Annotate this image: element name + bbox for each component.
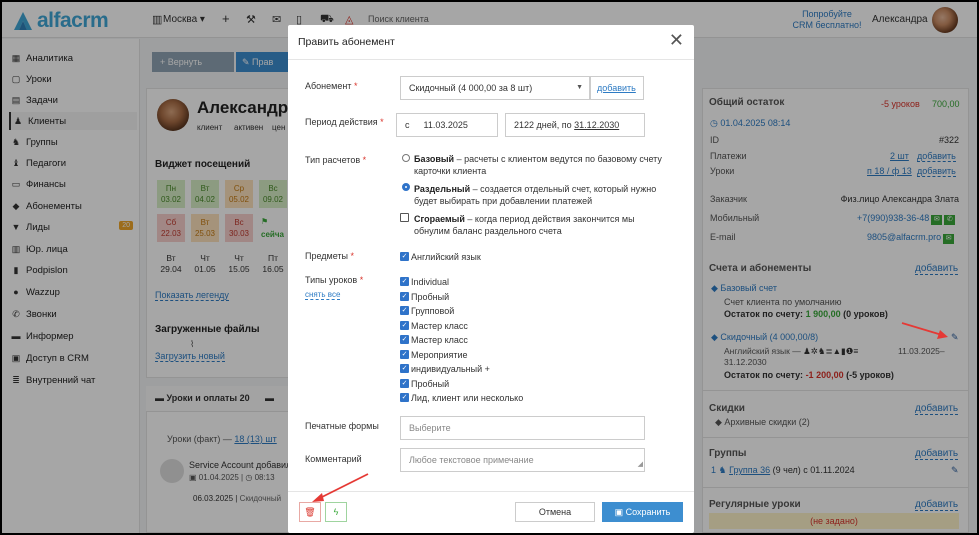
calc-separate-text: Раздельный – создается отдельный счет, к… — [414, 184, 657, 206]
edit-subscription-modal: Править абонемент ✕ Абонемент * Скидочны… — [288, 25, 694, 533]
period-duration-input[interactable]: 2122 дней, по 31.12.2030 — [505, 113, 645, 137]
period-label: Период действия * — [305, 117, 384, 127]
trash-icon: 🗑︎ — [304, 507, 316, 517]
lesson-type-checkbox[interactable]: ✓ — [400, 350, 409, 359]
lesson-type-label: Мероприятие — [411, 350, 468, 360]
calc-base-radio[interactable] — [402, 154, 410, 162]
subject-checkbox[interactable]: ✓ — [400, 252, 409, 261]
calc-separate-radio[interactable] — [402, 183, 410, 191]
calc-base-text: Базовый – расчеты с клиентом ведутся по … — [414, 154, 662, 176]
lesson-type-checkbox[interactable]: ✓ — [400, 277, 409, 286]
dropdown-arrow-icon: ▼ — [576, 84, 583, 91]
lesson-type-checkbox[interactable]: ✓ — [400, 393, 409, 402]
lesson-type-label: Individual — [411, 277, 450, 287]
app-window: alfacrm ▥ Москва ▾ + ⚒ ✉ ▯ ⛟ ◬ Поиск кли… — [2, 2, 977, 533]
lesson-type-label: Пробный — [411, 292, 450, 302]
lesson-type-label: Мастер класс — [411, 335, 468, 345]
comment-textarea[interactable]: Любое текстовое примечание ◢ — [400, 448, 645, 472]
period-start-input[interactable]: с 11.03.2025 — [396, 113, 498, 137]
annotation-arrow-delete — [312, 473, 369, 502]
lesson-type-label: Лид, клиент или несколько — [411, 393, 524, 403]
calc-burn-checkbox[interactable] — [400, 213, 409, 222]
lesson-type-checkbox[interactable]: ✓ — [400, 364, 409, 373]
lesson-type-checkbox[interactable]: ✓ — [400, 292, 409, 301]
annotation-arrow-edit — [901, 322, 948, 339]
print-forms-label: Печатные формы — [305, 421, 379, 431]
lesson-types-label: Типы уроков * — [305, 275, 364, 285]
cancel-button[interactable]: Отмена — [515, 502, 595, 522]
abonement-add-button[interactable]: добавить — [590, 76, 644, 100]
abonement-label: Абонемент * — [305, 81, 358, 91]
lesson-type-label: Пробный — [411, 379, 450, 389]
calc-burn-text: Сгораемый – когда период действия законч… — [414, 214, 635, 236]
uncheck-all-link[interactable]: снять все — [305, 290, 341, 300]
lesson-type-label: индивидуальный + — [411, 364, 490, 374]
modal-title: Править абонемент — [298, 36, 395, 48]
save-button[interactable]: ▣ Сохранить — [602, 502, 683, 522]
subject-label: Английский язык — [411, 252, 481, 262]
calc-type-label: Тип расчетов * — [305, 155, 367, 165]
lightning-icon: ϟ — [333, 507, 339, 517]
lesson-type-checkbox[interactable]: ✓ — [400, 306, 409, 315]
abonement-select[interactable]: Скидочный (4 000,00 за 8 шт) ▼ — [400, 76, 590, 100]
lesson-type-label: Групповой — [411, 306, 455, 316]
lesson-type-checkbox[interactable]: ✓ — [400, 335, 409, 344]
resize-handle-icon[interactable]: ◢ — [638, 454, 643, 476]
close-icon[interactable]: ✕ — [669, 30, 684, 51]
subjects-label: Предметы * — [305, 251, 355, 261]
lesson-type-checkbox[interactable]: ✓ — [400, 321, 409, 330]
print-forms-select[interactable]: Выберите — [400, 416, 645, 440]
floppy-icon: ▣ — [614, 507, 626, 517]
lesson-type-label: Мастер класс — [411, 321, 468, 331]
lesson-type-checkbox[interactable]: ✓ — [400, 379, 409, 388]
comment-label: Комментарий — [305, 454, 362, 464]
